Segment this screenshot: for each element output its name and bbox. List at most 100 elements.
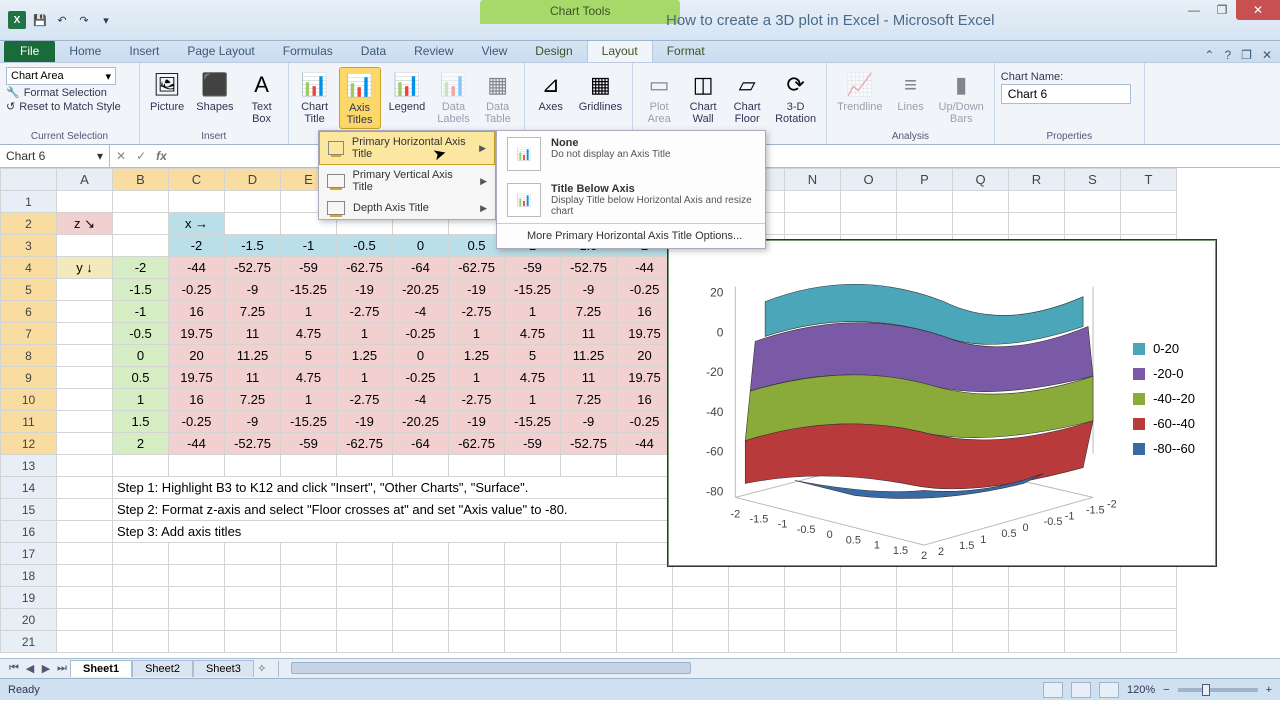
view-page-break-button[interactable]	[1099, 682, 1119, 698]
sheet-tab-bar: ⏮ ◀ ▶ ⏭ Sheet1 Sheet2 Sheet3 ✧	[0, 658, 1280, 678]
svg-text:-1: -1	[1065, 510, 1075, 522]
option-none[interactable]: 📊 NoneDo not display an Axis Title	[497, 131, 765, 177]
sheet-tab-1[interactable]: Sheet1	[70, 660, 132, 677]
data-labels-icon: 📊	[437, 69, 469, 101]
svg-text:2: 2	[921, 550, 927, 559]
tab-design[interactable]: Design	[521, 40, 586, 62]
legend-button[interactable]: 📊Legend	[385, 67, 430, 115]
window-close-button[interactable]: ✕	[1236, 0, 1280, 20]
tab-layout[interactable]: Layout	[587, 39, 653, 62]
svg-text:20: 20	[710, 286, 724, 300]
new-sheet-button[interactable]: ✧	[254, 662, 270, 675]
tab-nav-first[interactable]: ⏮	[6, 662, 22, 675]
axis-titles-button[interactable]: 📊Axis Titles	[339, 67, 381, 129]
tab-nav-last[interactable]: ⏭	[54, 662, 70, 675]
horizontal-axis-title-submenu: 📊 NoneDo not display an Axis Title 📊 Tit…	[496, 130, 766, 249]
workbook-close-icon[interactable]: ✕	[1262, 48, 1272, 62]
menu-primary-vertical[interactable]: Primary Vertical Axis Title▶	[319, 165, 495, 197]
menu-primary-horizontal[interactable]: Primary Horizontal Axis Title▶	[319, 131, 495, 165]
ribbon-tabs: File Home Insert Page Layout Formulas Da…	[0, 41, 1280, 63]
horizontal-scrollbar[interactable]	[278, 661, 1280, 677]
qat-redo-icon[interactable]: ↷	[76, 11, 92, 29]
status-bar: Ready 120% − +	[0, 678, 1280, 700]
app-icon: X	[8, 11, 26, 29]
data-labels-button[interactable]: 📊Data Labels	[433, 67, 473, 127]
tab-formulas[interactable]: Formulas	[269, 40, 347, 62]
tab-page-layout[interactable]: Page Layout	[173, 40, 268, 62]
chart-floor-icon: ▱	[731, 69, 763, 101]
svg-text:1.5: 1.5	[893, 545, 908, 557]
tab-home[interactable]: Home	[55, 40, 115, 62]
picture-button[interactable]: 🖼Picture	[146, 67, 188, 115]
title-below-icon: 📊	[507, 183, 541, 217]
updown-bars-button[interactable]: ▮Up/Down Bars	[935, 67, 988, 127]
axes-button[interactable]: ⊿Axes	[531, 67, 571, 115]
fx-accept-icon[interactable]: ✓	[136, 149, 146, 163]
tab-nav-next[interactable]: ▶	[38, 662, 54, 675]
window-restore-button[interactable]: ❐	[1208, 0, 1236, 20]
view-page-layout-button[interactable]	[1071, 682, 1091, 698]
surface-chart-svg: 200-20-40-60-80 -2-1.5-1-0.500.511.52-2-…	[675, 247, 1209, 559]
tab-review[interactable]: Review	[400, 40, 467, 62]
chart-title-button[interactable]: 📊Chart Title	[295, 67, 335, 127]
embedded-chart[interactable]: 200-20-40-60-80 -2-1.5-1-0.500.511.52-2-…	[668, 240, 1216, 566]
sheet-tab-2[interactable]: Sheet2	[132, 660, 193, 677]
help-icon[interactable]: ?	[1224, 48, 1231, 62]
option-title-below[interactable]: 📊 Title Below AxisDisplay Title below Ho…	[497, 177, 765, 223]
fx-cancel-icon[interactable]: ✕	[116, 149, 126, 163]
shapes-icon: ⬛	[199, 69, 231, 101]
chart-wall-button[interactable]: ◫Chart Wall	[683, 67, 723, 127]
svg-text:1.5: 1.5	[959, 540, 974, 552]
lines-button[interactable]: ≡Lines	[891, 67, 931, 115]
ribbon-minimize-icon[interactable]: ⌃	[1204, 48, 1214, 62]
svg-text:-2: -2	[730, 508, 740, 520]
qat-undo-icon[interactable]: ↶	[54, 11, 70, 29]
data-table-button[interactable]: ▦Data Table	[478, 67, 518, 127]
chart-name-input[interactable]	[1001, 84, 1131, 104]
qat-dropdown-icon[interactable]: ▾	[98, 11, 114, 29]
titlebar: X 💾 ↶ ↷ ▾ Chart Tools How to create a 3D…	[0, 0, 1280, 41]
data-table-icon: ▦	[482, 69, 514, 101]
reset-style-button[interactable]: ↺ Reset to Match Style	[6, 100, 121, 113]
svg-text:-0.5: -0.5	[797, 524, 816, 536]
status-ready: Ready	[8, 684, 40, 696]
chevron-down-icon: ▾	[97, 149, 103, 163]
zoom-slider[interactable]	[1178, 688, 1258, 692]
tab-view[interactable]: View	[468, 40, 522, 62]
contextual-tab-label: Chart Tools	[480, 0, 680, 24]
workbook-restore-icon[interactable]: ❐	[1241, 48, 1252, 62]
tab-data[interactable]: Data	[347, 40, 400, 62]
chevron-down-icon: ▾	[105, 70, 111, 83]
menu-depth-axis[interactable]: Depth Axis Title▶	[319, 197, 495, 219]
fx-icon[interactable]: fx	[156, 149, 167, 163]
shapes-button[interactable]: ⬛Shapes	[192, 67, 237, 115]
chart-element-selector[interactable]: Chart Area▾	[6, 67, 116, 85]
qat-save-icon[interactable]: 💾	[32, 11, 48, 29]
tab-file[interactable]: File	[4, 40, 55, 62]
gridlines-button[interactable]: ▦Gridlines	[575, 67, 626, 115]
tab-format[interactable]: Format	[653, 40, 719, 62]
tab-nav-prev[interactable]: ◀	[22, 662, 38, 675]
axes-icon: ⊿	[535, 69, 567, 101]
option-more[interactable]: More Primary Horizontal Axis Title Optio…	[497, 224, 765, 248]
axis-titles-menu: Primary Horizontal Axis Title▶ Primary V…	[318, 130, 496, 220]
view-normal-button[interactable]	[1043, 682, 1063, 698]
chart-name-label: Chart Name:	[1001, 71, 1063, 83]
sheet-tab-3[interactable]: Sheet3	[193, 660, 254, 677]
zoom-in-button[interactable]: +	[1266, 684, 1272, 696]
axis-v-icon	[327, 174, 345, 188]
svg-text:0: 0	[1022, 522, 1028, 534]
trendline-button[interactable]: 📈Trendline	[833, 67, 886, 115]
group-label-properties: Properties	[1001, 131, 1138, 144]
plot-area-button[interactable]: ▭Plot Area	[639, 67, 679, 127]
chart-floor-button[interactable]: ▱Chart Floor	[727, 67, 767, 127]
rotation-icon: ⟳	[780, 69, 812, 101]
name-box[interactable]: Chart 6▾	[0, 145, 110, 167]
zoom-out-button[interactable]: −	[1163, 684, 1169, 696]
tab-insert[interactable]: Insert	[115, 40, 173, 62]
3d-rotation-button[interactable]: ⟳3-D Rotation	[771, 67, 820, 127]
window-minimize-button[interactable]: —	[1180, 0, 1208, 20]
format-selection-button[interactable]: 🔧 Format Selection	[6, 86, 107, 99]
textbox-button[interactable]: AText Box	[242, 67, 282, 127]
svg-text:-1.5: -1.5	[750, 513, 769, 525]
